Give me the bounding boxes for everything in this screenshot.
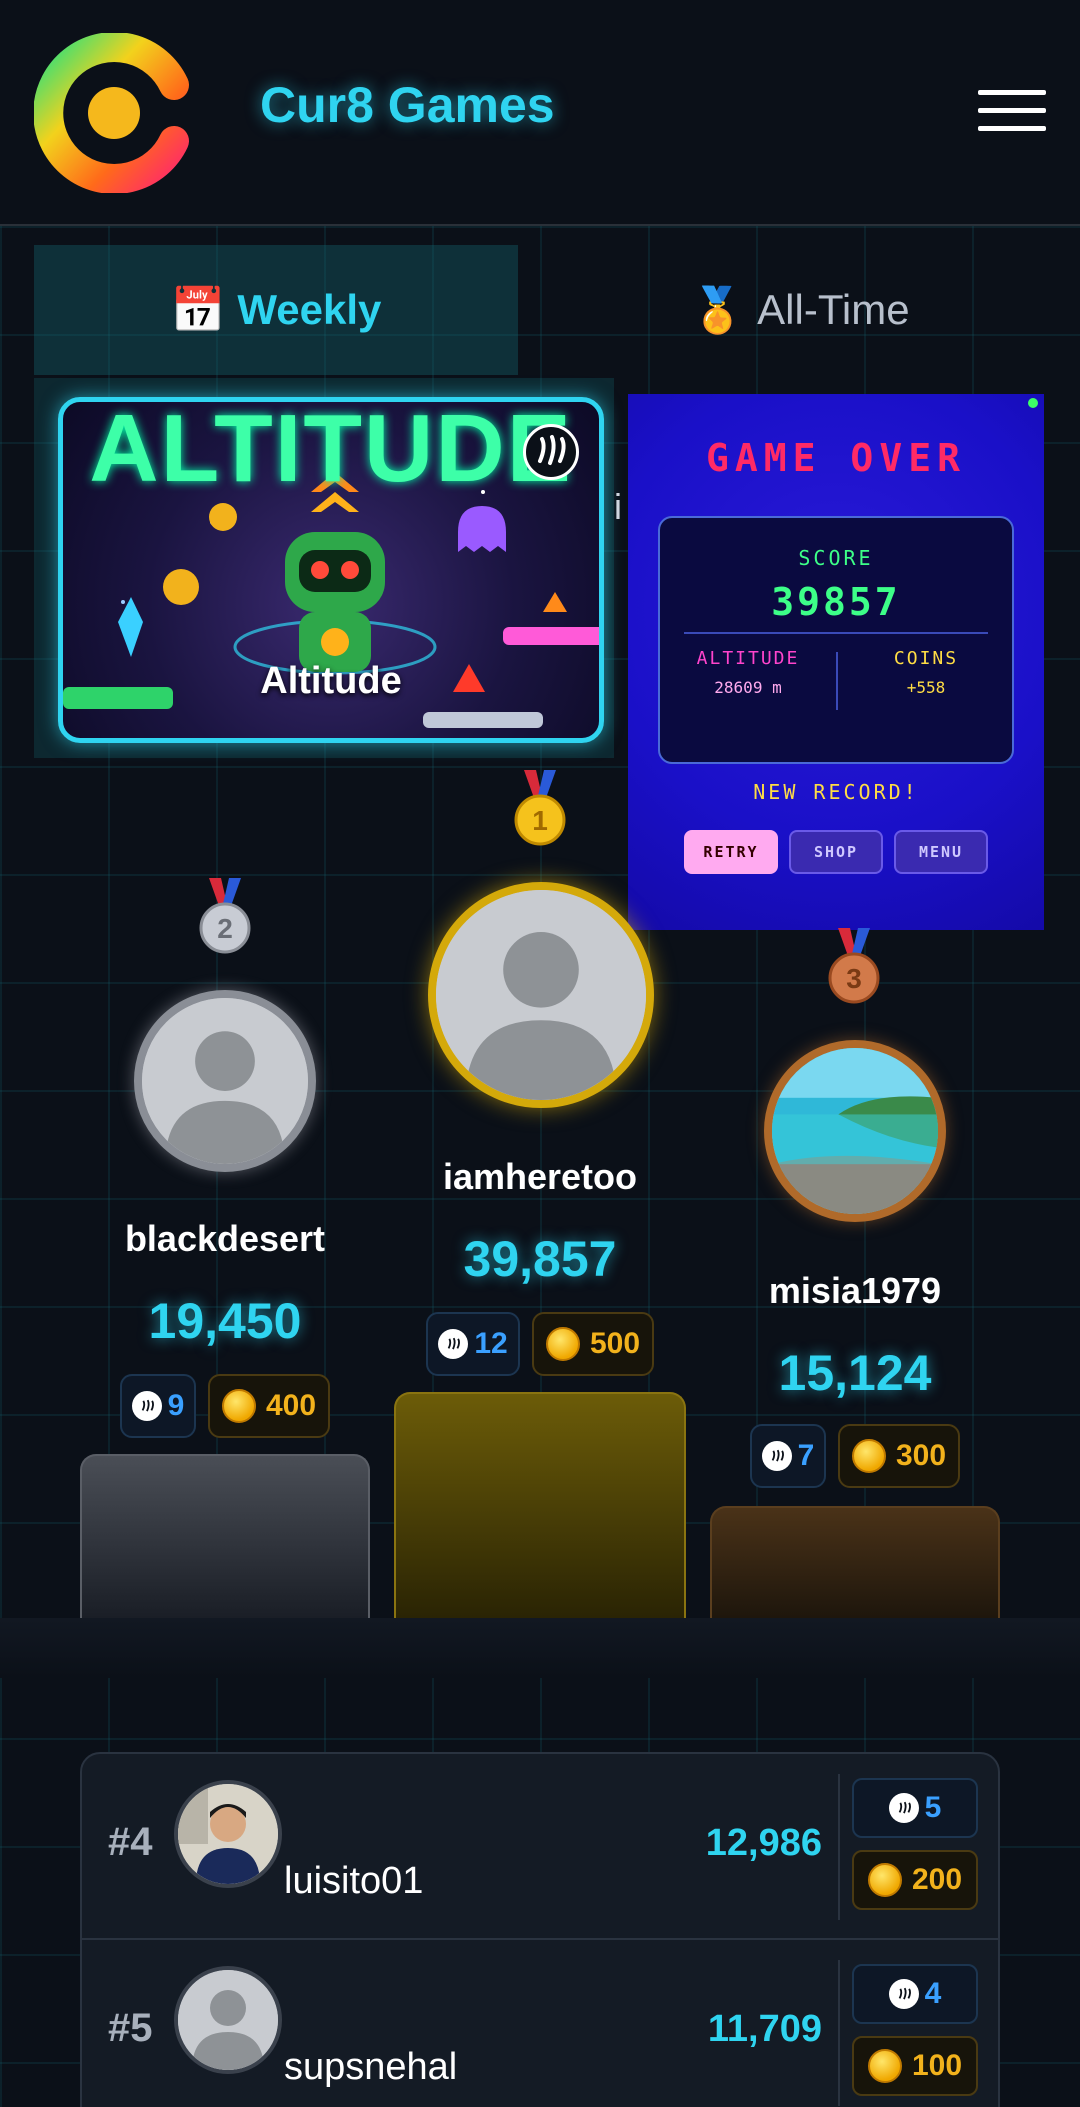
steem-reward-value: 9 [167,1389,185,1422]
shop-button[interactable]: SHOP [789,830,883,874]
bronze-medal-number: 3 [846,963,862,994]
coins-label: COINS [893,648,959,669]
steem-reward-chip: 9 [120,1374,196,1438]
game-over-title: GAME OVER [706,436,966,480]
pedestal-first [394,1392,686,1618]
rank-label: #4 [108,1820,153,1864]
steem-reward-chip: 12 [426,1312,520,1376]
medal-icon: 🏅 [690,286,746,335]
podium-name-third[interactable]: misia1979 [710,1270,1000,1312]
row-score: 12,986 [705,1822,822,1864]
divider [838,1960,840,2106]
podium-base [0,1618,1080,1678]
stray-text: i [614,486,622,527]
brand-title[interactable]: Cur8 Games [260,76,555,134]
podium-name-first[interactable]: iamheretoo [394,1156,686,1198]
gold-medal-icon: 1 [514,770,566,846]
steem-reward-value: 4 [924,1977,942,2010]
pedestal-second [80,1454,370,1618]
leaderboard-list: #4 luisito01 12,986 5 200 #5 supsnehal 1… [80,1752,1000,2107]
avatar-luisito01[interactable] [174,1780,282,1888]
steem-reward-value: 12 [474,1327,508,1360]
coin-icon [851,1439,886,1473]
tab-all-time-label: All-Time [757,286,910,333]
coin-reward-value: 300 [895,1439,947,1472]
podium-name-second[interactable]: blackdesert [80,1218,370,1260]
steem-icon [761,1441,792,1471]
coin-reward-chip: 400 [208,1374,330,1438]
avatar-blackdesert[interactable] [134,990,316,1172]
avatar-supsnehal[interactable] [174,1966,282,2074]
score-label: SCORE [798,546,874,570]
menu-button[interactable]: MENU [894,830,988,874]
podium-score-second: 19,450 [148,1293,302,1349]
altitude-label: ALTITUDE [696,648,800,669]
tab-weekly-label: Weekly [237,286,382,333]
avatar-iamheretoo[interactable] [428,882,654,1108]
row-name[interactable]: supsnehal [284,2046,457,2089]
game-card-label: Altitude [260,660,402,702]
cur8-logo[interactable] [34,33,190,193]
coin-reward-value: 200 [911,1863,963,1896]
coin-reward-chip: 500 [532,1312,654,1376]
steem-reward-value: 7 [797,1439,815,1472]
game-over-panel: GAME OVER SCORE 39857 ALTITUDE 28609 m C… [628,394,1044,930]
steem-reward-value: 5 [924,1791,942,1824]
coin-reward-chip: 300 [838,1424,960,1488]
hamburger-menu-icon[interactable] [978,90,1046,134]
podium-score-first: 39,857 [463,1231,617,1287]
coin-reward-chip: 100 [852,2036,978,2096]
divider [838,1774,840,1920]
new-record-text: NEW RECORD! [753,780,919,804]
coins-value: +558 [906,678,946,697]
row-name[interactable]: luisito01 [284,1860,423,1903]
coin-reward-value: 100 [911,2049,963,2082]
divider [684,632,988,634]
pedestal-third [710,1506,1000,1618]
podium-score-third: 15,124 [778,1345,932,1401]
calendar-icon: 📅 [170,286,226,335]
coin-icon [867,1863,902,1897]
coin-reward-chip: 200 [852,1850,978,1910]
steem-reward-chip: 7 [750,1424,826,1488]
game-over-stats: SCORE 39857 ALTITUDE 28609 m COINS +558 [658,516,1014,764]
app-header: Cur8 Games [0,0,1080,226]
steem-reward-chip: 4 [852,1964,978,2024]
game-card-title: ALTITUDE [89,397,573,502]
steem-reward-chip: 5 [852,1778,978,1838]
list-item[interactable]: #5 supsnehal 11,709 4 100 [82,1938,998,2107]
gold-medal-number: 1 [532,805,548,836]
tab-weekly[interactable]: 📅 Weekly [34,245,518,375]
bronze-medal-icon: 3 [828,928,880,1004]
silver-medal-icon: 2 [199,878,251,954]
retry-button[interactable]: RETRY [684,830,778,874]
status-dot [1028,398,1038,408]
game-card-altitude[interactable]: ALTITUDE Altitude [58,397,604,743]
steem-icon [888,1793,919,1823]
steem-icon [131,1391,162,1421]
score-value: 39857 [771,580,901,624]
coin-reward-value: 500 [589,1327,641,1360]
avatar-misia1979[interactable] [764,1040,946,1222]
coin-icon [867,2049,902,2083]
coin-icon [221,1389,256,1423]
row-score: 11,709 [707,2008,822,2050]
rank-label: #5 [108,2006,153,2050]
tab-all-time[interactable]: 🏅 All-Time [560,245,1040,375]
steem-icon [888,1979,919,2009]
steem-icon [523,424,579,480]
coin-icon [545,1327,580,1361]
altitude-value: 28609 m [714,678,782,697]
coin-reward-value: 400 [265,1389,317,1422]
steem-icon [438,1329,469,1359]
silver-medal-number: 2 [217,913,233,944]
list-item[interactable]: #4 luisito01 12,986 5 200 [82,1754,998,1938]
